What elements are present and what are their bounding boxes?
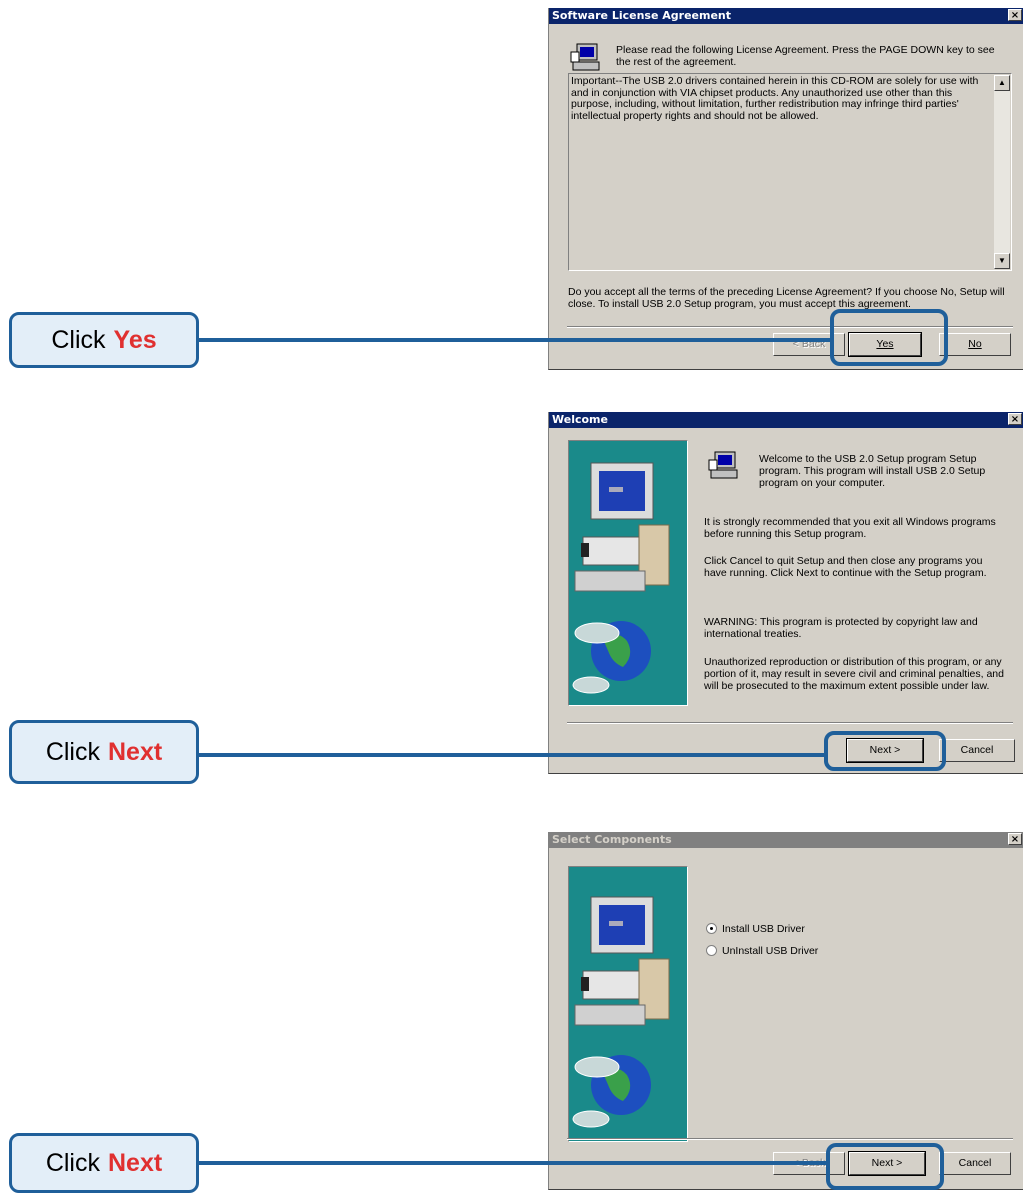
computer-globe-graphic [572, 462, 670, 694]
uninstall-usb-driver-label[interactable]: UnInstall USB Driver [722, 945, 818, 957]
license-textbox[interactable]: Important--The USB 2.0 drivers contained… [568, 73, 1012, 271]
setup-illustration [568, 866, 688, 1142]
welcome-dialog: Welcome × Welcome to the USB 2.0 Setup p… [548, 412, 1023, 774]
install-usb-driver-radio[interactable] [706, 923, 717, 934]
next-highlight [824, 731, 946, 771]
setup-computer-icon [570, 43, 600, 71]
callout-prefix: Click [45, 1148, 100, 1177]
callout-prefix: Click [51, 325, 106, 354]
yes-highlight [830, 309, 948, 366]
callout-action: Yes [113, 325, 157, 354]
next-highlight [826, 1143, 944, 1190]
scroll-down-icon[interactable]: ▼ [994, 253, 1010, 269]
connector-line [196, 753, 828, 757]
license-intro: Please read the following License Agreem… [616, 44, 995, 68]
welcome-title: Welcome [552, 413, 608, 426]
callout-yes: Click Yes [9, 312, 199, 368]
scroll-up-icon[interactable]: ▲ [994, 75, 1010, 91]
welcome-separator [567, 722, 1013, 724]
welcome-para-2: It is strongly recommended that you exit… [704, 516, 996, 540]
license-titlebar: Software License Agreement × [549, 8, 1023, 24]
license-text: Important--The USB 2.0 drivers contained… [571, 75, 979, 122]
welcome-para-1: Welcome to the USB 2.0 Setup program Set… [759, 453, 986, 489]
install-usb-driver-label[interactable]: Install USB Driver [722, 923, 805, 935]
setup-illustration [568, 440, 688, 706]
license-title: Software License Agreement [552, 9, 731, 22]
cancel-button[interactable]: Cancel [939, 739, 1015, 762]
callout-action: Next [107, 737, 163, 766]
callout-prefix: Click [45, 737, 100, 766]
setup-computer-icon [708, 451, 738, 479]
license-question: Do you accept all the terms of the prece… [568, 286, 1005, 310]
welcome-para-4: WARNING: This program is protected by co… [704, 616, 978, 640]
callout-next: Click Next [9, 720, 199, 784]
cancel-button[interactable]: Cancel [939, 1152, 1011, 1175]
callout-next: Click Next [9, 1133, 199, 1193]
welcome-para-3: Click Cancel to quit Setup and then clos… [704, 555, 987, 579]
license-dialog: Software License Agreement × Please read… [548, 8, 1023, 370]
callout-action: Next [107, 1148, 163, 1177]
close-icon[interactable]: × [1008, 9, 1022, 21]
close-icon[interactable]: × [1008, 833, 1022, 845]
no-button[interactable]: No [939, 333, 1011, 356]
connector-line [196, 1161, 830, 1165]
close-icon[interactable]: × [1008, 413, 1022, 425]
components-dialog: Select Components × Install USB Driver U… [548, 832, 1023, 1190]
computer-globe-graphic [572, 896, 670, 1128]
welcome-para-5: Unauthorized reproduction or distributio… [704, 656, 1004, 692]
connector-line [196, 338, 832, 342]
license-scrollbar[interactable]: ▲ ▼ [994, 75, 1010, 269]
welcome-titlebar: Welcome × [549, 412, 1023, 428]
components-title: Select Components [552, 833, 672, 846]
components-titlebar: Select Components × [549, 832, 1023, 848]
uninstall-usb-driver-radio[interactable] [706, 945, 717, 956]
components-separator [567, 1138, 1013, 1140]
